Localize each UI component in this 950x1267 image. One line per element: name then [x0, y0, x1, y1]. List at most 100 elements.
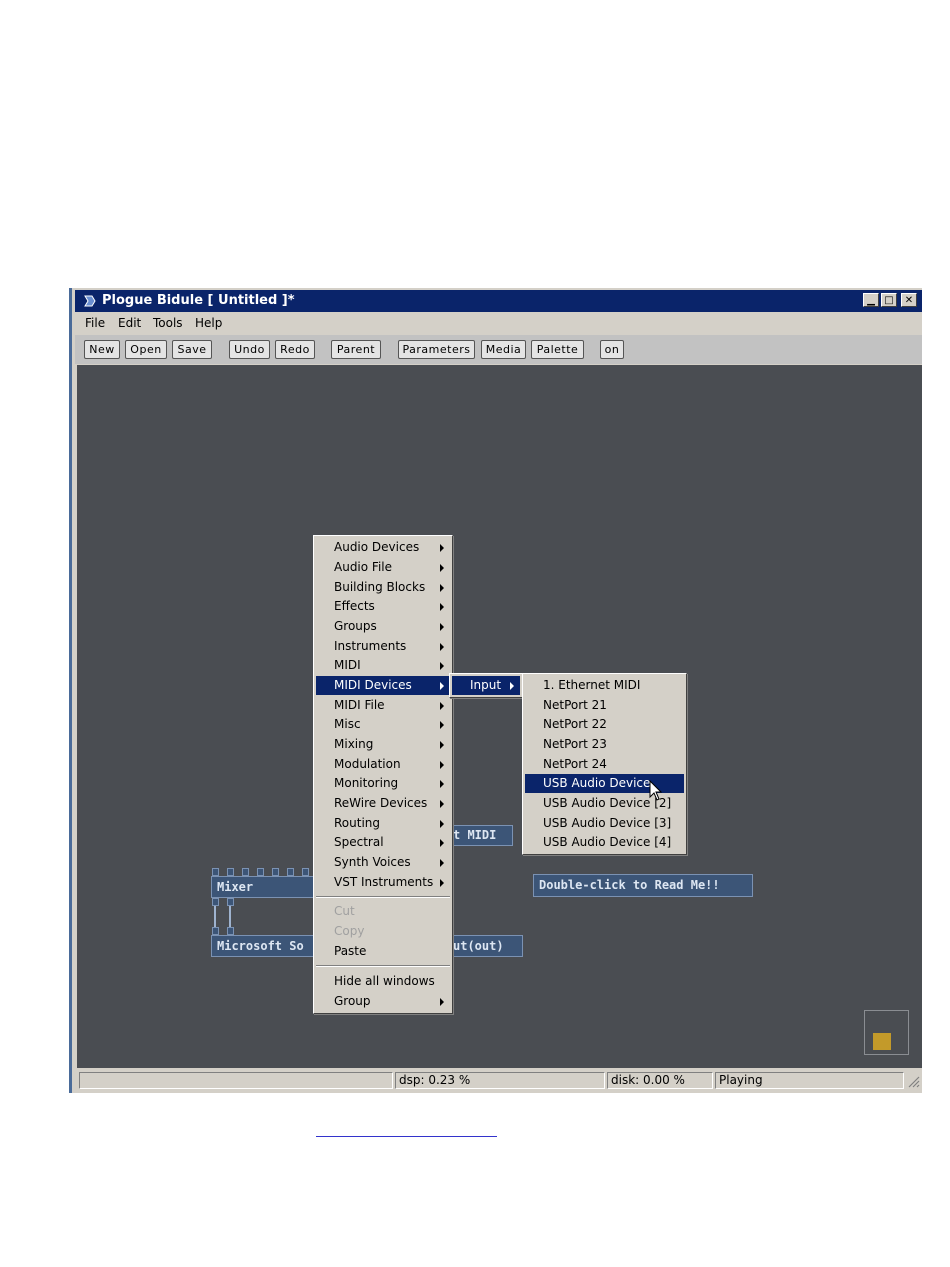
submenu-arrow-icon: [440, 603, 444, 611]
parent-button[interactable]: Parent: [331, 340, 381, 359]
menu-item-midi-file[interactable]: MIDI File: [316, 696, 450, 715]
minimize-icon: ▁: [867, 295, 875, 306]
mixer-output-port[interactable]: [227, 898, 234, 906]
menu-tools[interactable]: Tools: [153, 316, 183, 330]
mixer-input-port[interactable]: [242, 868, 249, 876]
mixer-input-port[interactable]: [257, 868, 264, 876]
submenu-arrow-icon: [440, 780, 444, 788]
app-icon: [84, 295, 96, 307]
toolbar: New Open Save Undo Redo Parent Parameter…: [75, 335, 922, 364]
menu-item-usb-audio-device-4[interactable]: USB Audio Device [4]: [525, 833, 684, 852]
new-button[interactable]: New: [84, 340, 120, 359]
menu-item-group[interactable]: Group: [316, 992, 450, 1011]
menu-item-cut: Cut: [334, 904, 355, 918]
menu-edit[interactable]: Edit: [118, 316, 141, 330]
menu-item-netport-24[interactable]: NetPort 24: [525, 755, 684, 774]
output-node[interactable]: ut(out): [447, 935, 523, 957]
menu-item-input[interactable]: Input: [452, 676, 520, 695]
midi-devices-submenu: Input: [449, 673, 523, 698]
mixer-input-port[interactable]: [227, 868, 234, 876]
resize-grip-icon[interactable]: [906, 1074, 920, 1088]
menu-file[interactable]: File: [85, 316, 105, 330]
menu-item-rewire-devices[interactable]: ReWire Devices: [316, 794, 450, 813]
submenu-arrow-icon: [440, 702, 444, 710]
menu-item-monitoring[interactable]: Monitoring: [316, 774, 450, 793]
mixer-input-port[interactable]: [212, 868, 219, 876]
menu-item-groups[interactable]: Groups: [316, 617, 450, 636]
mixer-node[interactable]: Mixer: [211, 876, 315, 898]
submenu-arrow-icon: [440, 859, 444, 867]
patch-wire: [214, 906, 216, 927]
menu-item-modulation[interactable]: Modulation: [316, 755, 450, 774]
output-input-port[interactable]: [227, 927, 234, 935]
palette-square: [873, 1033, 891, 1050]
submenu-arrow-icon: [440, 721, 444, 729]
on-button[interactable]: on: [600, 340, 624, 359]
menu-item-midi[interactable]: MIDI: [316, 656, 450, 675]
window-title: Plogue Bidule [ Untitled ]*: [102, 293, 295, 308]
minimize-button[interactable]: ▁: [863, 293, 879, 307]
status-message: [79, 1072, 393, 1089]
menu-item-hide-all-windows[interactable]: Hide all windows: [316, 972, 450, 991]
open-button[interactable]: Open: [125, 340, 167, 359]
palette-button[interactable]: Palette: [531, 340, 584, 359]
redo-button[interactable]: Redo: [275, 340, 315, 359]
menu-item-building-blocks[interactable]: Building Blocks: [316, 578, 450, 597]
close-button[interactable]: ✕: [901, 293, 917, 307]
submenu-arrow-icon: [440, 662, 444, 670]
save-button[interactable]: Save: [172, 340, 212, 359]
submenu-arrow-icon: [440, 800, 444, 808]
menu-item-vst-instruments[interactable]: VST Instruments: [316, 873, 450, 892]
menu-item-audio-devices[interactable]: Audio Devices: [316, 538, 450, 557]
menu-separator: [316, 965, 450, 967]
submenu-arrow-icon: [440, 544, 444, 552]
midi-node[interactable]: t MIDI: [447, 825, 513, 846]
menu-item-mixing[interactable]: Mixing: [316, 735, 450, 754]
patch-canvas[interactable]: t MIDI Double-click to Read Me!! Mixer M…: [77, 365, 922, 1068]
palette-widget[interactable]: [864, 1010, 909, 1055]
menu-item-instruments[interactable]: Instruments: [316, 637, 450, 656]
menu-bar: File Edit Tools Help: [75, 313, 922, 335]
hyperlink-underline[interactable]: [316, 1136, 497, 1137]
menu-item-midi-devices[interactable]: MIDI Devices: [316, 676, 450, 695]
output-input-port[interactable]: [212, 927, 219, 935]
menu-item-netport-22[interactable]: NetPort 22: [525, 715, 684, 734]
menu-item-spectral[interactable]: Spectral: [316, 833, 450, 852]
submenu-arrow-icon: [440, 564, 444, 572]
submenu-arrow-icon: [440, 998, 444, 1006]
submenu-arrow-icon: [440, 761, 444, 769]
readme-node[interactable]: Double-click to Read Me!!: [533, 874, 753, 897]
submenu-arrow-icon: [440, 820, 444, 828]
menu-item-misc[interactable]: Misc: [316, 715, 450, 734]
dsp-status: dsp: 0.23 %: [395, 1072, 605, 1089]
submenu-arrow-icon: [440, 839, 444, 847]
mixer-input-port[interactable]: [287, 868, 294, 876]
midi-input-device-menu: 1. Ethernet MIDI NetPort 21 NetPort 22 N…: [522, 673, 687, 855]
menu-item-synth-voices[interactable]: Synth Voices: [316, 853, 450, 872]
menu-item-audio-file[interactable]: Audio File: [316, 558, 450, 577]
menu-item-routing[interactable]: Routing: [316, 814, 450, 833]
title-bar[interactable]: Plogue Bidule [ Untitled ]* ▁ □ ✕: [75, 290, 922, 312]
media-button[interactable]: Media: [481, 340, 526, 359]
patch-wire: [229, 906, 231, 927]
menu-item-ethernet-midi[interactable]: 1. Ethernet MIDI: [525, 676, 684, 695]
submenu-arrow-icon: [440, 741, 444, 749]
mixer-output-port[interactable]: [212, 898, 219, 906]
menu-help[interactable]: Help: [195, 316, 222, 330]
maximize-icon: □: [884, 295, 894, 306]
microsoft-sound-node[interactable]: Microsoft So: [211, 935, 315, 957]
menu-item-netport-23[interactable]: NetPort 23: [525, 735, 684, 754]
menu-item-effects[interactable]: Effects: [316, 597, 450, 616]
menu-item-usb-audio-device-3[interactable]: USB Audio Device [3]: [525, 814, 684, 833]
undo-button[interactable]: Undo: [229, 340, 270, 359]
menu-item-paste[interactable]: Paste: [316, 942, 450, 961]
menu-item-netport-21[interactable]: NetPort 21: [525, 696, 684, 715]
submenu-arrow-icon: [440, 643, 444, 651]
mixer-input-port[interactable]: [302, 868, 309, 876]
submenu-arrow-icon: [440, 584, 444, 592]
playback-status: Playing: [715, 1072, 904, 1089]
parameters-button[interactable]: Parameters: [398, 340, 475, 359]
maximize-button[interactable]: □: [881, 293, 897, 307]
mixer-input-port[interactable]: [272, 868, 279, 876]
menu-separator: [316, 896, 450, 898]
